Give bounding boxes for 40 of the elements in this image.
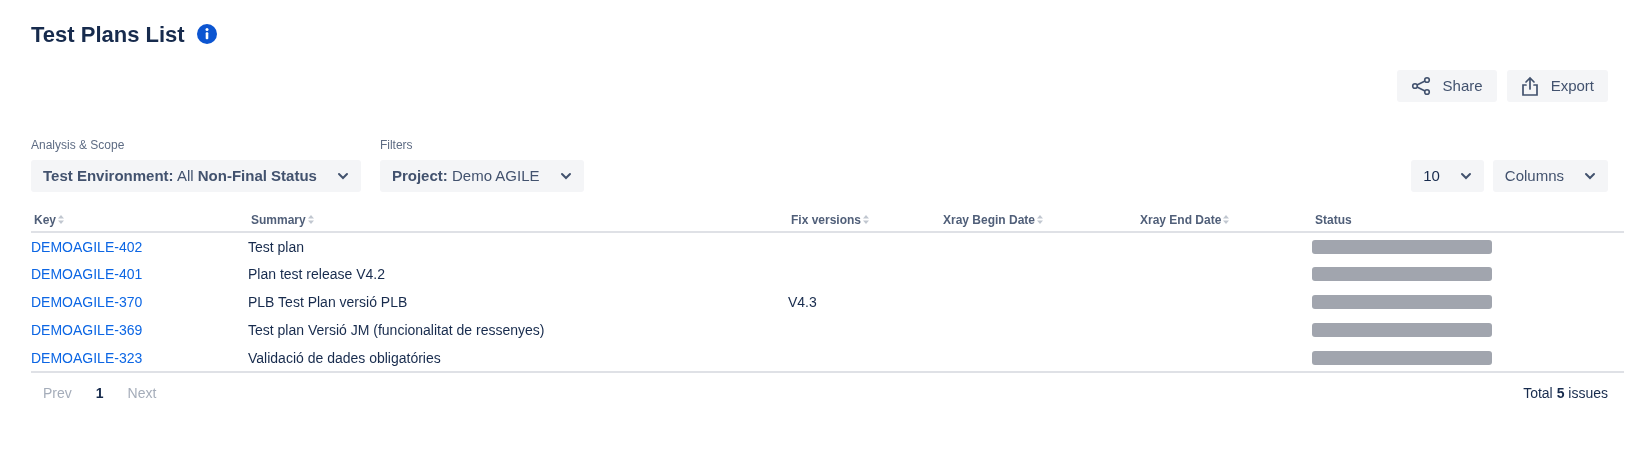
summary-cell: PLB Test Plan versió PLB [248, 294, 408, 310]
share-button[interactable]: Share [1396, 70, 1497, 102]
summary-cell: Test plan [248, 238, 305, 255]
column-header[interactable]: Xray Begin Date [943, 210, 1044, 229]
summary-cell: Plan test release V4.2 [248, 266, 385, 282]
sort-icon[interactable] [307, 215, 314, 224]
column-header[interactable]: Key [34, 210, 64, 229]
export-button[interactable]: Export [1506, 70, 1608, 102]
sort-icon[interactable] [58, 215, 64, 224]
issue-key-link[interactable]: DEMOAGILE-369 [31, 322, 143, 338]
summary-cell: Validació de dades obligatóries [248, 349, 441, 366]
issue-key-link[interactable]: DEMOAGILE-370 [31, 294, 143, 310]
share-icon [1410, 76, 1431, 96]
issue-key-link[interactable]: DEMOAGILE-402 [31, 238, 143, 255]
upload-icon [1520, 76, 1539, 96]
sort-icon[interactable] [1223, 215, 1230, 224]
column-header[interactable]: Xray End Date [1140, 210, 1230, 229]
issue-key-link[interactable]: DEMOAGILE-401 [31, 266, 143, 282]
columns-dropdown[interactable]: Columns [1492, 160, 1608, 192]
info-icon[interactable] [196, 24, 217, 44]
chevron-down-icon [559, 172, 572, 180]
chevron-down-icon [336, 172, 349, 180]
fix-version-cell: V4.3 [788, 294, 817, 310]
page-number-button[interactable]: 1 [85, 381, 114, 405]
sort-icon[interactable] [1037, 215, 1044, 224]
filter-dropdown[interactable]: Project: Demo AGILE [379, 160, 584, 192]
column-header[interactable]: Fix versions [791, 210, 870, 229]
summary-cell: Test plan Versió JM (funcionalitat de ressenyes) [248, 322, 545, 338]
filter-dropdown[interactable]: Test Environment: All Non-Final Status [31, 160, 361, 192]
column-header: Status [1315, 211, 1352, 229]
page-size-dropdown[interactable]: 10 [1411, 160, 1484, 192]
sort-icon[interactable] [863, 215, 870, 224]
selector-label: Analysis & Scope [31, 137, 126, 154]
chevron-down-icon [1584, 172, 1596, 180]
issue-key-link[interactable]: DEMOAGILE-323 [31, 349, 143, 366]
column-header[interactable]: Summary [251, 210, 314, 229]
page-title: Test Plans List [31, 20, 185, 49]
selector-label: Filters [379, 137, 414, 154]
chevron-down-icon [1459, 172, 1472, 180]
total-issues-text: Total 5 issues [1523, 383, 1609, 403]
